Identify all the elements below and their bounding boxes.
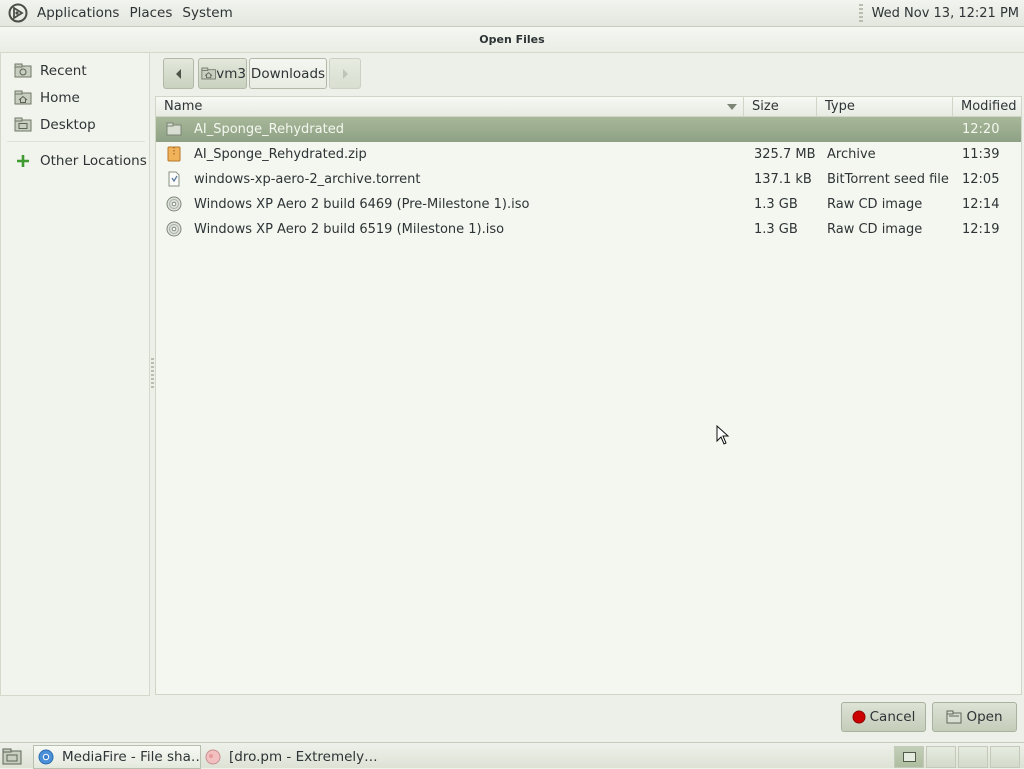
column-header-type[interactable]: Type	[817, 97, 953, 117]
taskbar-item-label: [dro.pm - Extremely…	[229, 749, 378, 765]
file-name: AI_Sponge_Rehydrated	[194, 122, 344, 137]
show-desktop-icon[interactable]	[2, 746, 22, 766]
file-row[interactable]: Windows XP Aero 2 build 6519 (Milestone …	[156, 217, 1021, 242]
desktop-icon	[14, 117, 32, 132]
file-name: Windows XP Aero 2 build 6519 (Milestone …	[194, 222, 505, 237]
file-modified: 12:19	[962, 222, 1000, 237]
file-type: Raw CD image	[827, 222, 923, 237]
file-row[interactable]: windows-xp-aero-2_archive.torrent 137.1 …	[156, 167, 1021, 192]
plus-icon	[17, 155, 29, 167]
path-segment-label: vm3	[216, 65, 246, 82]
chromium-icon	[38, 749, 54, 765]
sidebar-item-recent[interactable]: Recent	[1, 58, 149, 84]
workspace-2-button[interactable]	[926, 746, 956, 768]
file-size: 137.1 kB	[754, 172, 812, 187]
home-folder-icon	[201, 67, 216, 80]
file-list: Name Size Type Modified AI_Sponge_Rehydr…	[155, 96, 1022, 695]
path-segment-vm3[interactable]: vm3	[198, 58, 247, 89]
archive-icon	[167, 146, 181, 162]
file-type: Archive	[827, 147, 876, 162]
dialog-title: Open Files	[0, 27, 1024, 53]
path-back-button[interactable]	[163, 58, 194, 89]
workspace-window-icon	[903, 752, 916, 762]
chevron-right-icon	[343, 68, 348, 79]
column-header-modified[interactable]: Modified	[953, 97, 1021, 117]
app-icon	[205, 749, 221, 765]
disc-image-icon	[166, 196, 182, 212]
file-type: BitTorrent seed file	[827, 172, 949, 187]
path-forward-button[interactable]	[329, 58, 361, 89]
cancel-button[interactable]: Cancel	[841, 702, 926, 732]
open-files-dialog: Open Files Recent Home Desktop Other Loc…	[0, 27, 1024, 741]
sidebar-item-label: Recent	[40, 63, 87, 79]
sidebar-separator	[7, 141, 145, 142]
column-header-name[interactable]: Name	[156, 97, 744, 117]
distro-logo-icon[interactable]	[8, 3, 28, 23]
top-panel: Applications Places System Wed Nov 13, 1…	[0, 0, 1024, 27]
sidebar-item-home[interactable]: Home	[1, 85, 149, 111]
applications-menu[interactable]: Applications	[32, 5, 124, 21]
taskbar-item-label: MediaFire - File sha…	[62, 749, 201, 765]
pane-resize-handle[interactable]	[151, 358, 154, 390]
home-icon	[14, 90, 32, 105]
file-modified: 11:39	[962, 147, 1000, 162]
file-size: 1.3 GB	[754, 197, 798, 212]
path-segment-downloads[interactable]: Downloads	[249, 58, 327, 89]
bottom-panel: MediaFire - File sha… [dro.pm - Extremel…	[0, 742, 1024, 769]
file-name: Windows XP Aero 2 build 6469 (Pre-Milest…	[194, 197, 530, 212]
places-sidebar: Recent Home Desktop Other Locations	[0, 52, 150, 696]
disc-image-icon	[166, 221, 182, 237]
places-menu[interactable]: Places	[124, 5, 177, 21]
file-modified: 12:14	[962, 197, 1000, 212]
sidebar-item-label: Home	[40, 90, 80, 106]
sidebar-item-desktop[interactable]: Desktop	[1, 112, 149, 138]
sort-descending-icon	[727, 104, 737, 110]
file-type: Raw CD image	[827, 197, 923, 212]
file-row[interactable]: Windows XP Aero 2 build 6469 (Pre-Milest…	[156, 192, 1021, 217]
cancel-icon	[852, 710, 866, 724]
file-size: 1.3 GB	[754, 222, 798, 237]
file-modified: 12:20	[962, 122, 1000, 137]
workspace-4-button[interactable]	[990, 746, 1020, 768]
file-size: 325.7 MB	[754, 147, 816, 162]
system-menu[interactable]: System	[177, 5, 237, 21]
sidebar-item-label: Other Locations	[40, 153, 147, 169]
path-bar: vm3 Downloads	[163, 58, 361, 90]
folder-icon	[166, 122, 182, 136]
chevron-left-icon	[175, 68, 181, 79]
file-modified: 12:05	[962, 172, 1000, 187]
file-row[interactable]: AI_Sponge_Rehydrated.zip 325.7 MB Archiv…	[156, 142, 1021, 167]
sidebar-item-label: Desktop	[40, 117, 96, 133]
folder-open-icon	[946, 710, 962, 724]
workspace-3-button[interactable]	[958, 746, 988, 768]
taskbar-item-mediafire[interactable]: MediaFire - File sha…	[33, 745, 201, 769]
clock[interactable]: Wed Nov 13, 12:21 PM	[872, 6, 1019, 21]
taskbar-item-dro-pm[interactable]: [dro.pm - Extremely…	[201, 745, 391, 769]
panel-handle[interactable]	[858, 4, 863, 22]
file-name: AI_Sponge_Rehydrated.zip	[194, 147, 367, 162]
recent-icon	[14, 63, 32, 78]
file-name: windows-xp-aero-2_archive.torrent	[194, 172, 421, 187]
column-header-size[interactable]: Size	[744, 97, 817, 117]
open-button[interactable]: Open	[932, 702, 1017, 732]
path-segment-label: Downloads	[250, 65, 326, 82]
sidebar-item-other-locations[interactable]: Other Locations	[1, 148, 149, 174]
torrent-file-icon	[168, 171, 180, 187]
mouse-cursor-icon	[716, 425, 730, 445]
workspace-1-button[interactable]	[894, 746, 924, 768]
file-row[interactable]: AI_Sponge_Rehydrated 12:20	[156, 117, 1021, 142]
